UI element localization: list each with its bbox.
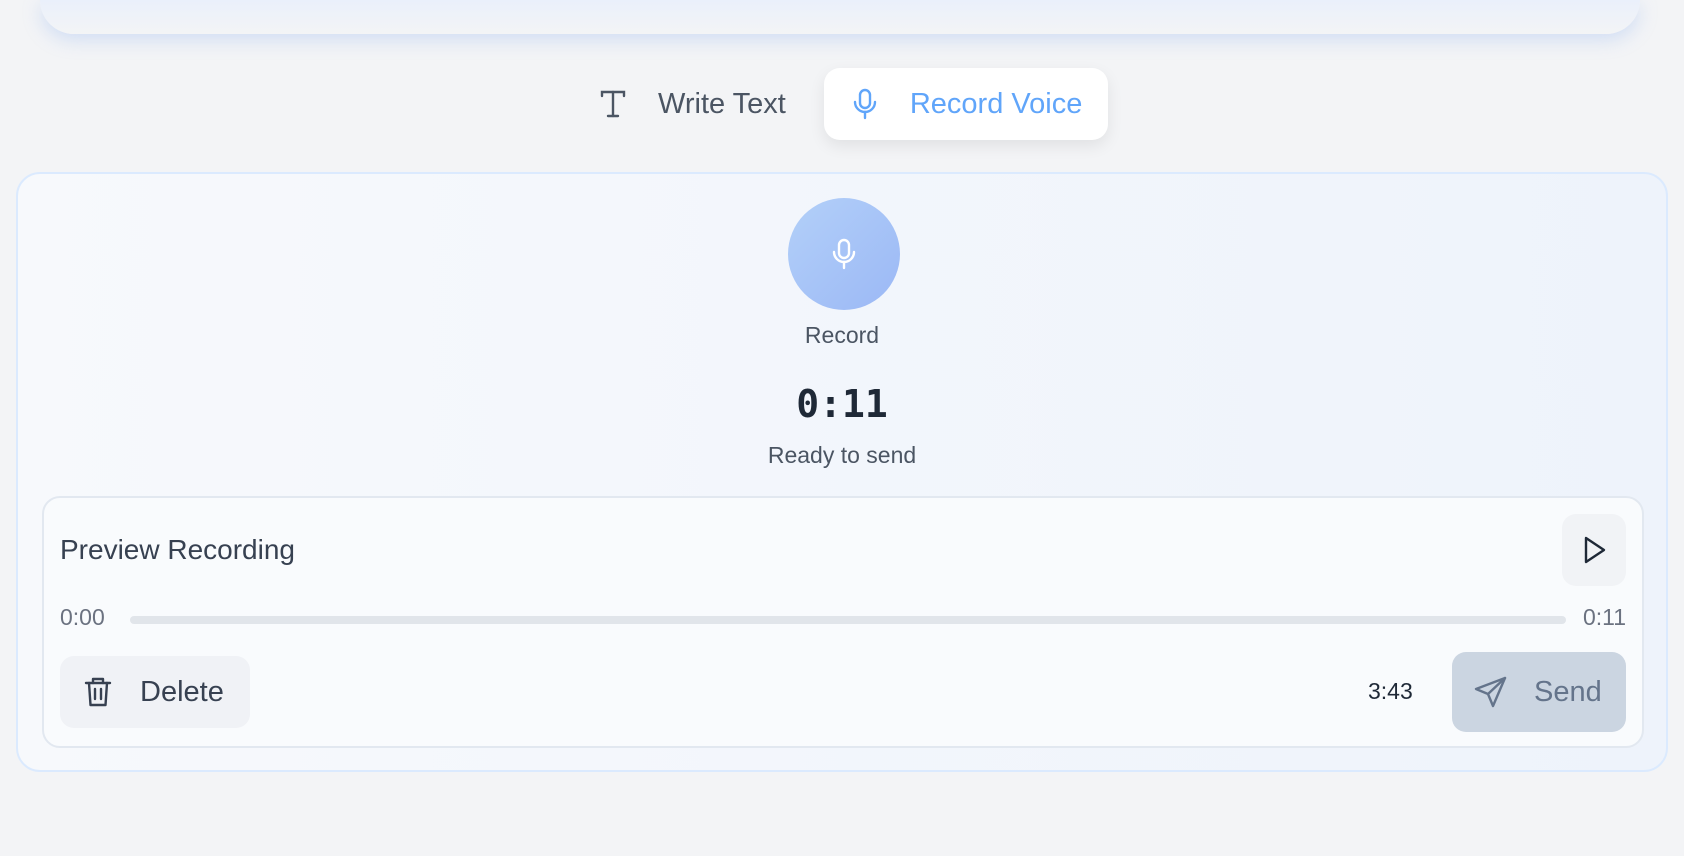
play-button[interactable] (1562, 514, 1626, 586)
top-panel-shadow (40, 0, 1640, 34)
current-time: 0:00 (60, 604, 105, 630)
tab-write-text[interactable]: Write Text (572, 68, 812, 140)
record-label: Record (804, 322, 880, 348)
delete-label: Delete (140, 675, 224, 708)
microphone-icon (850, 88, 880, 120)
trash-icon (84, 676, 114, 708)
voice-recorder-card: Record 0:11 Ready to send Preview Record… (16, 172, 1668, 772)
tab-write-text-label: Write Text (658, 87, 786, 120)
microphone-icon (831, 238, 857, 270)
record-button[interactable] (788, 198, 900, 310)
play-icon (1581, 535, 1607, 565)
delete-button[interactable]: Delete (60, 656, 250, 728)
send-button[interactable]: Send (1452, 652, 1626, 732)
recording-status: Ready to send (767, 442, 917, 468)
mode-tabs: Write Text Record Voice (572, 68, 1109, 140)
playback-progress-bar[interactable] (130, 616, 1566, 624)
text-icon (598, 89, 628, 119)
send-label: Send (1534, 675, 1602, 708)
remaining-time: 3:43 (1368, 678, 1413, 704)
send-icon (1474, 675, 1508, 709)
recording-timer: 0:11 (796, 382, 888, 426)
preview-title: Preview Recording (60, 534, 295, 565)
tab-record-voice-label: Record Voice (909, 87, 1083, 120)
tab-record-voice[interactable]: Record Voice (823, 68, 1109, 140)
preview-panel: Preview Recording 0:00 0:11 Delete 3:43 … (42, 496, 1644, 748)
total-time: 0:11 (1582, 604, 1626, 630)
